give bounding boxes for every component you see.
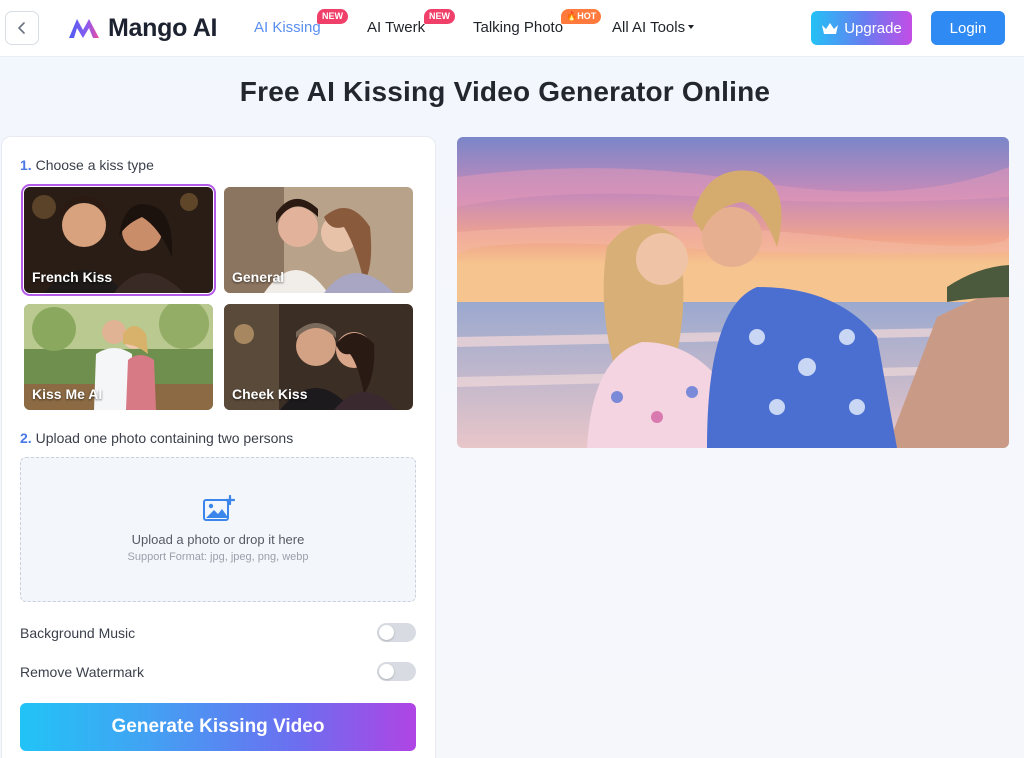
new-badge: NEW <box>317 9 348 24</box>
kiss-type-label: General <box>232 269 285 285</box>
toggle-knob <box>379 625 394 640</box>
logo-text: Mango AI <box>108 13 218 42</box>
kiss-type-label: Kiss Me AI <box>32 386 103 402</box>
nav-talking-photo[interactable]: Talking Photo <box>473 19 563 36</box>
step-2-label: 2. Upload one photo containing two perso… <box>20 430 293 446</box>
top-nav-bar: Mango AI AI Kissing NEW AI Twerk NEW Tal… <box>0 0 1024 57</box>
nav-ai-twerk[interactable]: AI Twerk <box>367 19 425 36</box>
nav-all-ai-tools-label: All AI Tools <box>612 19 686 36</box>
login-button[interactable]: Login <box>931 11 1005 45</box>
upgrade-label: Upgrade <box>844 19 902 37</box>
generate-kissing-video-button[interactable]: Generate Kissing Video <box>20 703 416 751</box>
logo[interactable]: Mango AI <box>67 12 217 44</box>
upgrade-button[interactable]: Upgrade <box>811 11 912 45</box>
step-1-text: Choose a kiss type <box>35 157 154 173</box>
mango-logo-icon <box>69 19 99 38</box>
step-2-text: Upload one photo containing two persons <box>35 430 294 446</box>
kiss-type-french-kiss[interactable]: French Kiss <box>21 184 216 296</box>
sunset-beach-couple-image <box>457 137 1009 448</box>
page-title: Free AI Kissing Video Generator Online <box>239 76 771 107</box>
photo-upload-dropzone[interactable]: Upload a photo or drop it here Support F… <box>20 457 416 602</box>
kiss-type-label: French Kiss <box>32 269 113 285</box>
remove-watermark-toggle[interactable] <box>377 662 416 681</box>
preview-image <box>457 137 1009 448</box>
flame-icon: 🔥 <box>566 11 578 21</box>
upload-instruction: Upload a photo or drop it here <box>131 532 305 547</box>
caret-down-icon <box>688 25 695 30</box>
background-music-toggle[interactable] <box>377 623 416 642</box>
upload-formats: Support Format: jpg, jpeg, png, webp <box>127 551 309 563</box>
crown-icon <box>822 23 839 34</box>
new-badge: NEW <box>424 9 455 24</box>
chevron-left-icon <box>18 22 25 34</box>
kiss-type-label: Cheek Kiss <box>232 386 308 402</box>
kiss-type-cheek-kiss[interactable]: Cheek Kiss <box>224 304 413 410</box>
nav-ai-kissing[interactable]: AI Kissing <box>254 19 321 36</box>
add-image-icon <box>203 495 235 521</box>
step-1-number: 1. <box>20 157 32 173</box>
background-music-label: Background Music <box>20 625 136 641</box>
hot-badge: 🔥HOT <box>561 9 602 24</box>
nav-all-ai-tools[interactable]: All AI Tools <box>612 19 695 36</box>
kiss-type-kiss-me-ai[interactable]: Kiss Me AI <box>24 304 213 410</box>
remove-watermark-label: Remove Watermark <box>20 664 144 680</box>
kiss-type-general[interactable]: General <box>224 187 413 293</box>
step-1-label: 1. Choose a kiss type <box>20 157 154 173</box>
back-button[interactable] <box>5 11 39 45</box>
toggle-knob <box>379 664 394 679</box>
hot-badge-label: HOT <box>577 11 597 21</box>
step-2-number: 2. <box>20 430 32 446</box>
